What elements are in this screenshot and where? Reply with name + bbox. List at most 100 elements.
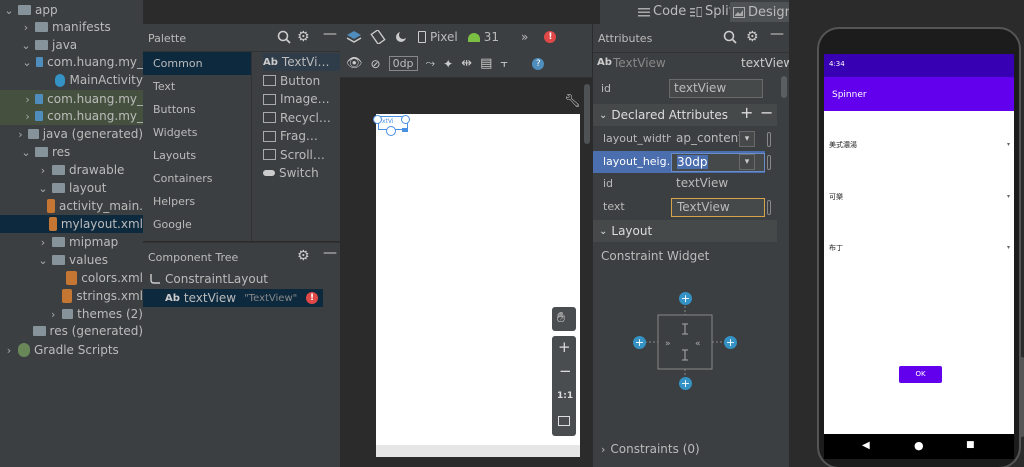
layout-section-header[interactable]: ⌄ Layout xyxy=(593,220,777,242)
constraint-handle-right[interactable] xyxy=(401,115,410,124)
code-mode-button[interactable]: Code xyxy=(638,4,686,19)
attribute-value-field[interactable]: textView xyxy=(671,175,749,194)
chevron-down-icon[interactable]: ⌄ xyxy=(4,4,14,17)
tree-item[interactable]: ⌄ app xyxy=(0,1,143,19)
palette-widget-item[interactable]: Scroll… xyxy=(263,146,343,164)
add-top-constraint-button[interactable]: + xyxy=(679,292,692,305)
error-icon[interactable]: ! xyxy=(306,292,318,304)
add-attribute-button[interactable]: + xyxy=(740,103,753,122)
night-mode-icon[interactable] xyxy=(394,30,410,44)
guidelines-icon[interactable]: ⫟ xyxy=(500,56,508,71)
id-input[interactable]: textView xyxy=(669,79,763,98)
constraints-section-header[interactable]: › Constraints (0) xyxy=(601,442,700,456)
palette-category-google[interactable]: Google xyxy=(143,213,251,236)
add-bottom-constraint-button[interactable]: + xyxy=(679,377,692,390)
attribute-row[interactable]: layout_width ap_content ▾ xyxy=(593,128,771,150)
palette-category-containers[interactable]: Containers xyxy=(143,167,251,190)
zoom-in-button[interactable]: + xyxy=(558,338,571,356)
remove-attribute-button[interactable]: − xyxy=(760,103,773,122)
tree-item[interactable]: › java (generated) xyxy=(0,125,143,143)
palette-category-text[interactable]: Text xyxy=(143,75,251,98)
palette-widget-item[interactable]: Button xyxy=(263,72,343,90)
resource-picker-icon[interactable] xyxy=(767,199,771,215)
chevron-right-icon[interactable]: › xyxy=(38,236,48,249)
dropdown-chevron-icon[interactable]: ▾ xyxy=(739,131,755,147)
tree-item[interactable]: › com.huang.my_ xyxy=(0,107,143,125)
spinner[interactable]: 可樂 ▾ xyxy=(824,191,1014,205)
spinner[interactable]: 布丁 ▾ xyxy=(824,242,1014,256)
minimize-icon[interactable]: — xyxy=(323,26,337,42)
design-scrollbar[interactable] xyxy=(584,84,590,144)
chevron-right-icon[interactable]: › xyxy=(38,164,48,177)
nav-back-icon[interactable]: ◀ xyxy=(862,440,870,451)
tree-item[interactable]: strings.xml xyxy=(0,287,143,305)
chevron-down-icon[interactable]: ⌄ xyxy=(21,39,31,52)
pan-button[interactable]: ✋︎ xyxy=(552,307,576,331)
tree-item[interactable]: ⌄ java xyxy=(0,36,143,54)
minimize-icon[interactable]: — xyxy=(770,26,784,42)
palette-category-common[interactable]: Common xyxy=(143,52,251,75)
tree-item[interactable]: res (generated) xyxy=(0,322,143,340)
dropdown-chevron-icon[interactable]: ▾ xyxy=(739,153,755,170)
tree-item[interactable]: activity_main. xyxy=(0,197,143,215)
palette-widget-item[interactable]: Frag… xyxy=(263,127,343,145)
tree-item[interactable]: colors.xml xyxy=(0,269,143,287)
orientation-icon[interactable] xyxy=(370,30,386,44)
spinner[interactable]: 美式濃湯 ▾ xyxy=(824,139,1014,153)
tree-item[interactable]: ⌄ res xyxy=(0,143,143,161)
minimize-icon[interactable]: — xyxy=(323,245,337,261)
device-selector[interactable]: Pixel xyxy=(430,30,458,44)
palette-widget-item[interactable]: Ab TextVi… xyxy=(263,53,343,71)
chevron-right-icon[interactable]: › xyxy=(21,21,31,34)
chevron-right-icon[interactable]: › xyxy=(17,128,25,141)
clear-constraints-icon[interactable]: ⤳ xyxy=(426,56,436,71)
resource-picker-icon[interactable] xyxy=(767,154,771,170)
tree-item[interactable]: › Gradle Scripts xyxy=(0,341,143,359)
error-icon[interactable]: ! xyxy=(544,31,557,43)
tree-item[interactable]: › drawable xyxy=(0,161,143,179)
tree-item[interactable]: › themes (2) xyxy=(0,305,143,323)
chevron-right-icon[interactable]: › xyxy=(4,344,14,357)
attributes-scrollbar[interactable] xyxy=(781,76,787,98)
zoom-out-button[interactable]: − xyxy=(559,362,572,380)
ok-button[interactable]: OK xyxy=(899,366,942,383)
tree-item[interactable]: MainActivity xyxy=(0,71,143,89)
layers-icon[interactable] xyxy=(346,30,362,44)
split-mode-button[interactable]: Split xyxy=(690,4,734,19)
gear-icon[interactable]: ⚙ xyxy=(297,29,310,45)
gear-icon[interactable]: ⚙ xyxy=(746,29,759,45)
nav-home-icon[interactable]: ● xyxy=(914,439,924,452)
chevron-down-icon[interactable]: ⌄ xyxy=(21,146,31,159)
chevron-right-icon[interactable]: › xyxy=(24,93,30,106)
resource-picker-icon[interactable] xyxy=(767,132,771,147)
palette-category-helpers[interactable]: Helpers xyxy=(143,190,251,213)
constraint-handle-bottom[interactable] xyxy=(386,126,396,136)
attribute-row[interactable]: layout_heig… 30dp ▾ xyxy=(593,150,771,173)
android-icon[interactable] xyxy=(467,32,480,42)
default-margin-field[interactable]: 0dp xyxy=(388,56,418,71)
tree-node-textview[interactable]: Ab textView "TextView" ! xyxy=(143,289,323,307)
attribute-value-field[interactable]: ap_content xyxy=(671,130,743,149)
zoom-fit-icon[interactable] xyxy=(558,416,570,426)
attribute-value-field[interactable]: TextView xyxy=(671,197,765,217)
emulator-scrollbar[interactable] xyxy=(1019,357,1024,437)
add-left-constraint-button[interactable]: + xyxy=(633,336,646,349)
chevron-down-icon[interactable]: ⌄ xyxy=(38,182,48,195)
tree-item[interactable]: mylayout.xml xyxy=(0,215,143,233)
pack-icon[interactable]: ▤ xyxy=(480,56,492,71)
infer-constraints-icon[interactable]: ✦ xyxy=(443,57,453,71)
tree-item[interactable]: › mipmap xyxy=(0,233,143,251)
declared-attributes-header[interactable]: ⌄ Declared Attributes + − xyxy=(593,103,777,126)
canvas-scrollbar[interactable] xyxy=(376,445,580,457)
palette-widget-item[interactable]: Recycl… xyxy=(263,109,343,127)
tree-item[interactable]: ⌄ values xyxy=(0,251,143,269)
layout-canvas[interactable] xyxy=(376,114,580,447)
resize-handle[interactable] xyxy=(402,128,408,132)
palette-widget-item[interactable]: Image… xyxy=(263,90,343,108)
chevron-right-icon[interactable]: › xyxy=(24,110,30,123)
palette-category-layouts[interactable]: Layouts xyxy=(143,144,251,167)
attribute-row[interactable]: id textView xyxy=(593,173,765,195)
chevron-down-icon[interactable]: ⌄ xyxy=(22,56,31,69)
device-icon[interactable] xyxy=(418,31,426,43)
more-toolbar-button[interactable]: » xyxy=(521,30,528,44)
